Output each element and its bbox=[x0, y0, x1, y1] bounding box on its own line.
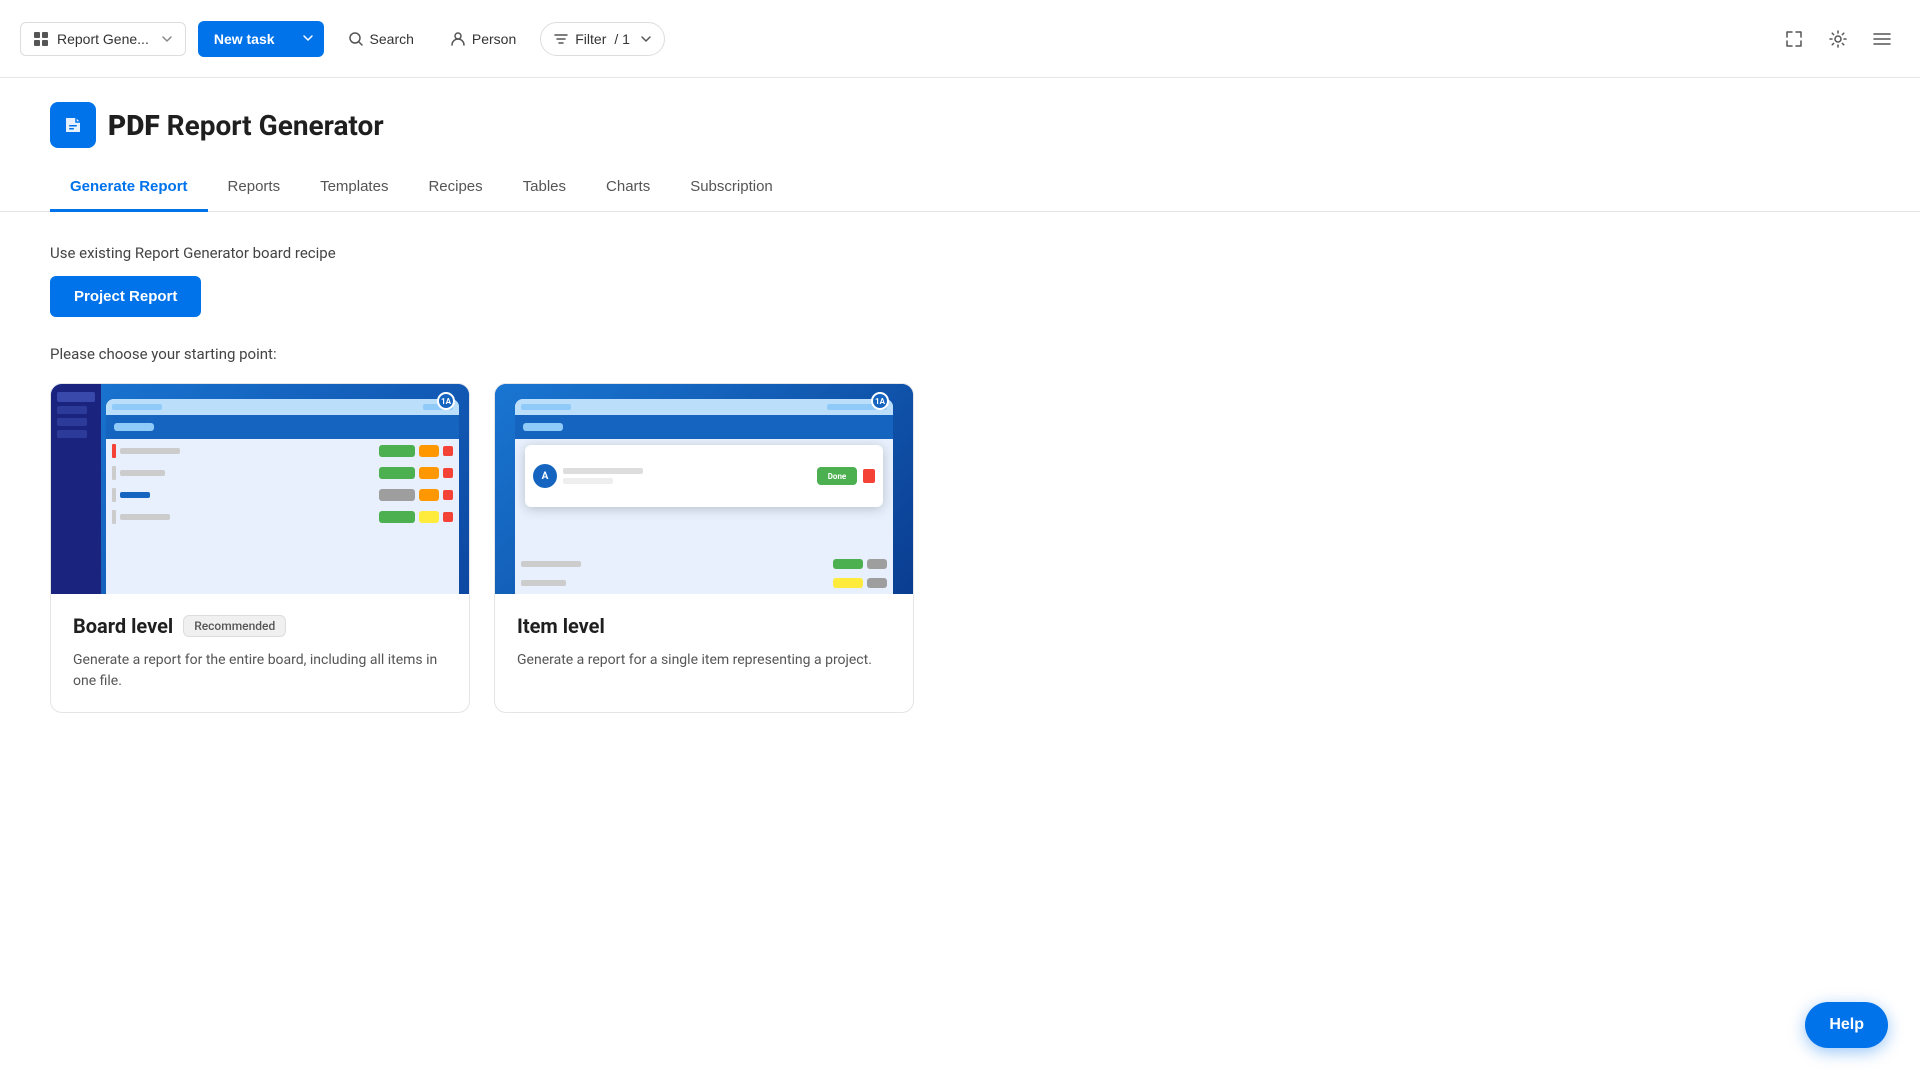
filter-icon bbox=[553, 31, 569, 47]
page-title: PDF Report Generator bbox=[108, 109, 384, 142]
search-button[interactable]: Search bbox=[336, 23, 426, 55]
person-icon bbox=[450, 31, 466, 47]
board-selector-label: Report Gene... bbox=[57, 31, 149, 47]
page-header: PDF Report Generator bbox=[0, 78, 1920, 164]
new-task-button[interactable]: New task bbox=[198, 21, 324, 57]
expand-button[interactable] bbox=[1776, 21, 1812, 57]
chevron-down-icon bbox=[161, 33, 173, 45]
filter-label: Filter bbox=[575, 31, 606, 47]
filter-button[interactable]: Filter / 1 bbox=[540, 22, 665, 56]
project-report-button[interactable]: Project Report bbox=[50, 276, 201, 317]
board-level-card[interactable]: 1A Board level Recommended Generate a re… bbox=[50, 383, 470, 713]
recommended-badge: Recommended bbox=[183, 615, 286, 637]
item-level-description: Generate a report for a single item repr… bbox=[517, 650, 891, 671]
starting-point-label: Please choose your starting point: bbox=[50, 345, 1870, 363]
item-level-card[interactable]: A Done bbox=[494, 383, 914, 713]
nav-tabs: Generate Report Reports Templates Recipe… bbox=[0, 164, 1920, 212]
tab-templates[interactable]: Templates bbox=[300, 164, 408, 212]
board-level-card-image: 1A bbox=[51, 384, 469, 594]
main-content: Use existing Report Generator board reci… bbox=[0, 212, 1920, 745]
item-level-title-row: Item level bbox=[517, 614, 891, 638]
item-level-card-image: A Done bbox=[495, 384, 913, 594]
page-title-pdf: PDF bbox=[108, 109, 160, 142]
page-title-rest: Report Generator bbox=[160, 109, 384, 142]
board-level-description: Generate a report for the entire board, … bbox=[73, 650, 447, 692]
item-level-title: Item level bbox=[517, 614, 605, 638]
new-task-label: New task bbox=[198, 21, 291, 57]
person-button[interactable]: Person bbox=[438, 23, 528, 55]
recipe-label: Use existing Report Generator board reci… bbox=[50, 244, 1870, 262]
tab-generate-report[interactable]: Generate Report bbox=[50, 164, 208, 212]
board-level-title-row: Board level Recommended bbox=[73, 614, 447, 638]
new-task-dropdown-icon bbox=[292, 21, 324, 57]
help-button[interactable]: Help bbox=[1805, 1002, 1888, 1048]
filter-chevron-icon bbox=[640, 33, 652, 45]
app-icon bbox=[50, 102, 96, 148]
board-selector-button[interactable]: Report Gene... bbox=[20, 22, 186, 56]
tab-recipes[interactable]: Recipes bbox=[408, 164, 502, 212]
grid-icon bbox=[33, 31, 49, 47]
topbar-right bbox=[1776, 21, 1900, 57]
tab-subscription[interactable]: Subscription bbox=[670, 164, 793, 212]
search-label: Search bbox=[370, 31, 414, 47]
person-label: Person bbox=[472, 31, 516, 47]
cards-container: 1A Board level Recommended Generate a re… bbox=[50, 383, 1870, 713]
item-level-card-body: Item level Generate a report for a singl… bbox=[495, 594, 913, 691]
more-options-button[interactable] bbox=[1864, 21, 1900, 57]
tab-charts[interactable]: Charts bbox=[586, 164, 670, 212]
settings-button[interactable] bbox=[1820, 21, 1856, 57]
board-level-card-body: Board level Recommended Generate a repor… bbox=[51, 594, 469, 712]
tab-tables[interactable]: Tables bbox=[503, 164, 586, 212]
topbar: Report Gene... New task Search bbox=[0, 0, 1920, 78]
search-icon bbox=[348, 31, 364, 47]
board-level-title: Board level bbox=[73, 614, 173, 638]
tab-reports[interactable]: Reports bbox=[208, 164, 301, 212]
filter-count: / 1 bbox=[614, 31, 630, 47]
